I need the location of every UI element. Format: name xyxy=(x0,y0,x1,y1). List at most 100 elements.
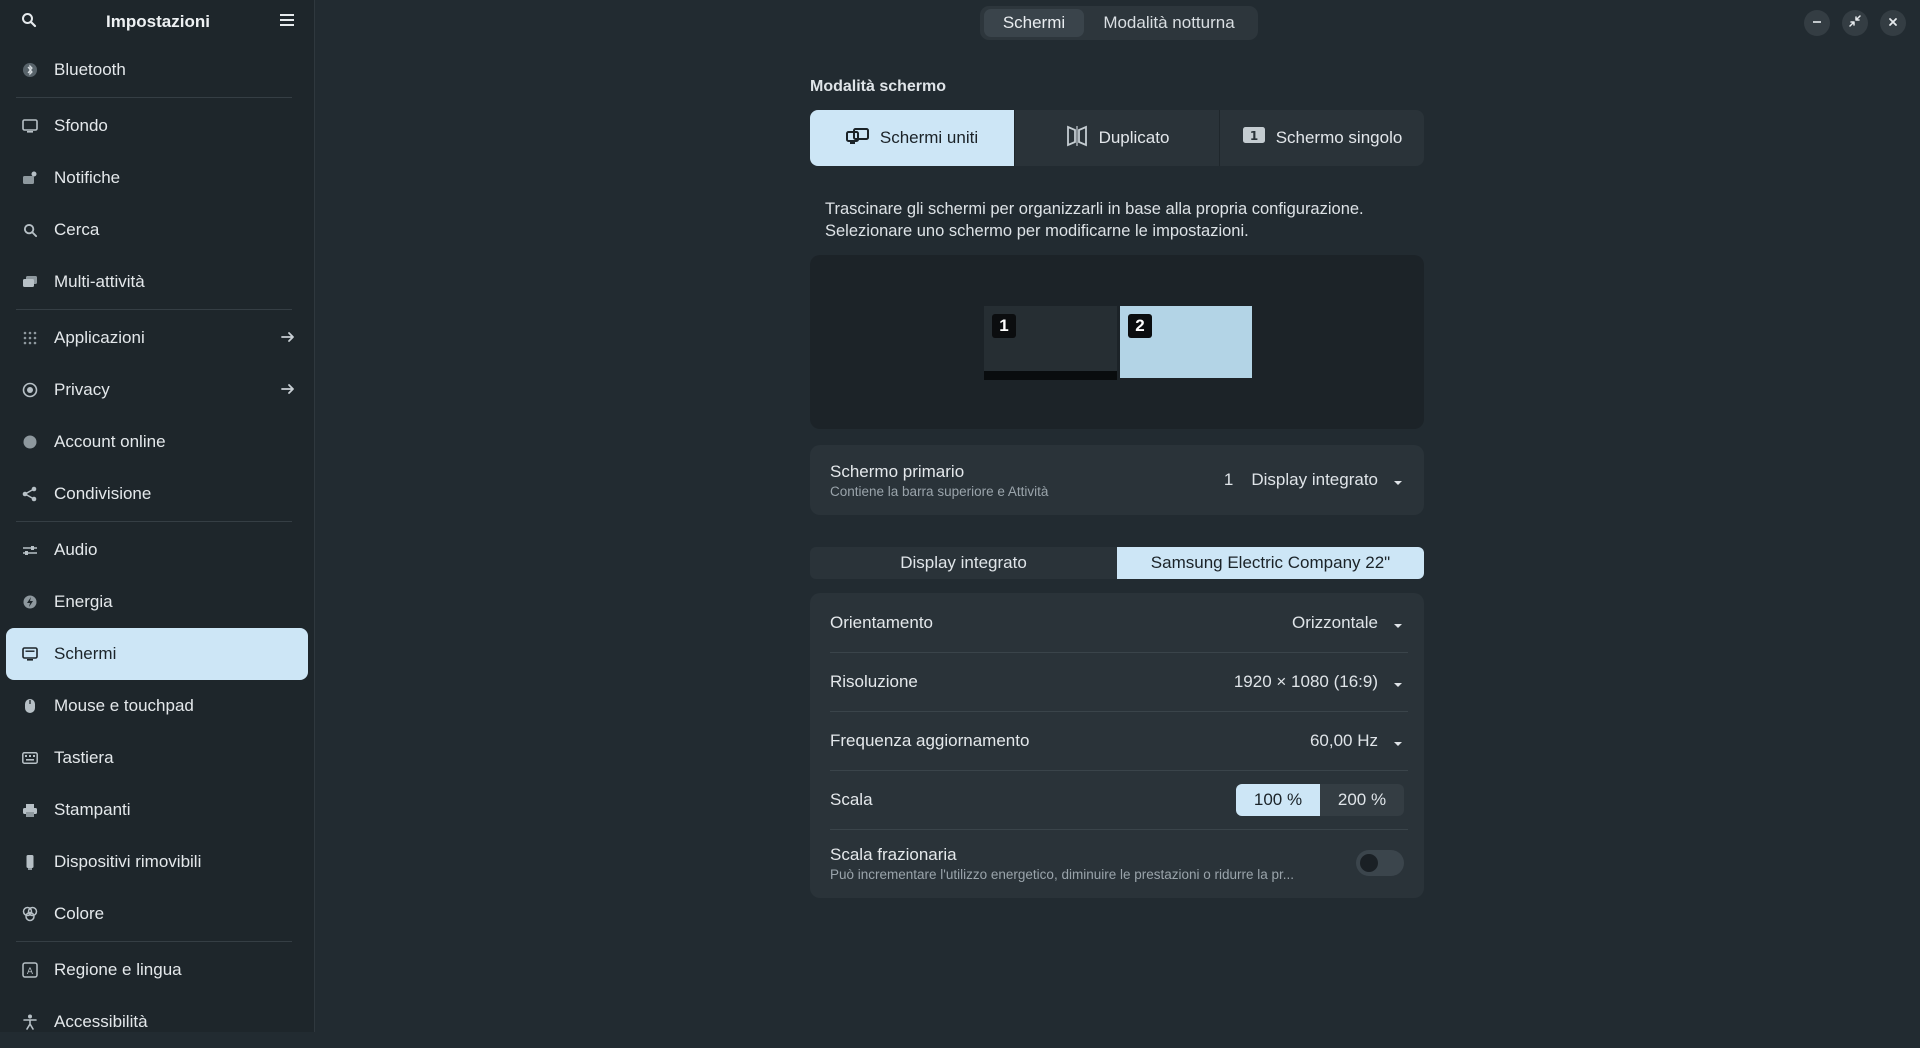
primary-display-label: Schermo primario xyxy=(830,461,965,481)
search-button[interactable] xyxy=(16,9,42,35)
sidebar-item-accessibilita[interactable]: Accessibilità xyxy=(6,996,308,1048)
main-menu-button[interactable] xyxy=(274,9,300,35)
sidebar-item-regione-lingua[interactable]: A Regione e lingua xyxy=(6,944,308,996)
sidebar-item-label: Stampanti xyxy=(54,800,131,819)
mode-label: Duplicato xyxy=(1098,128,1170,147)
minimize-button[interactable] xyxy=(1804,10,1830,36)
tab-modalita-notturna[interactable]: Modalità notturna xyxy=(1084,9,1254,37)
printer-icon xyxy=(20,800,40,820)
sidebar-item-notifiche[interactable]: Notifiche xyxy=(6,152,308,204)
apps-icon xyxy=(20,328,40,348)
sidebar-item-audio[interactable]: Audio xyxy=(6,524,308,576)
color-icon xyxy=(20,904,40,924)
refresh-rate-row[interactable]: Frequenza aggiornamento 60,00 Hz xyxy=(810,711,1424,770)
svg-text:A: A xyxy=(27,967,34,977)
single-display-icon: 1 xyxy=(1242,126,1266,151)
mode-single-button[interactable]: 1 Schermo singolo xyxy=(1220,110,1424,166)
monitor-1[interactable]: 1 xyxy=(984,306,1117,380)
description-line: Trascinare gli schermi per organizzarli … xyxy=(825,200,1364,218)
primary-display-number: 1 xyxy=(1223,470,1234,489)
restore-icon xyxy=(1849,14,1861,32)
display-icon xyxy=(20,644,40,664)
accessibility-icon xyxy=(20,1012,40,1032)
orientation-row[interactable]: Orientamento Orizzontale xyxy=(810,593,1424,652)
sidebar-item-multitasking[interactable]: Multi-attività xyxy=(6,256,308,308)
power-icon xyxy=(20,592,40,612)
restore-button[interactable] xyxy=(1842,10,1868,36)
orientation-value: Orizzontale xyxy=(1292,612,1378,632)
sidebar-item-bluetooth[interactable]: Bluetooth xyxy=(6,44,308,96)
sidebar-item-colore[interactable]: Colore xyxy=(6,888,308,940)
mode-joined-button[interactable]: Schermi uniti xyxy=(810,110,1015,166)
sidebar-item-mouse[interactable]: Mouse e touchpad xyxy=(6,680,308,732)
tab-display-integrato[interactable]: Display integrato xyxy=(810,547,1117,579)
sidebar-list: Bluetooth Sfondo Notifiche Cerca Multi-a… xyxy=(0,44,314,1048)
window-controls xyxy=(1804,10,1906,36)
scale-label: Scala xyxy=(830,789,873,809)
fractional-scale-sublabel: Può incrementare l'utilizzo energetico, … xyxy=(830,866,1295,882)
sidebar-separator xyxy=(16,309,292,310)
scale-200-button[interactable]: 200 % xyxy=(1320,784,1404,816)
fractional-scale-toggle[interactable] xyxy=(1356,850,1404,876)
mode-label: Schermi uniti xyxy=(879,128,979,147)
sidebar-item-cerca[interactable]: Cerca xyxy=(6,204,308,256)
arrow-right-icon xyxy=(280,329,298,347)
sidebar-item-sfondo[interactable]: Sfondo xyxy=(6,100,308,152)
primary-display-value: Display integrato xyxy=(1251,470,1378,489)
sidebar-separator xyxy=(16,521,292,522)
scale-row: Scala 100 % 200 % xyxy=(810,770,1424,829)
sidebar-item-stampanti[interactable]: Stampanti xyxy=(6,784,308,836)
display-arrangement-area: 1 2 xyxy=(810,255,1424,429)
svg-text:1: 1 xyxy=(1250,129,1258,143)
sidebar-item-label: Colore xyxy=(54,904,105,923)
orientation-dropdown[interactable]: Orizzontale xyxy=(1292,613,1404,633)
sidebar-item-label: Bluetooth xyxy=(54,60,126,79)
monitor-number: 1 xyxy=(992,314,1016,338)
primary-display-sublabel: Contiene la barra superiore e Attività xyxy=(830,483,1049,499)
removable-media-icon xyxy=(20,852,40,872)
primary-display-row[interactable]: Schermo primario Contiene la barra super… xyxy=(810,445,1424,515)
sidebar-item-energia[interactable]: Energia xyxy=(6,576,308,628)
sidebar: Impostazioni Bluetooth Sfondo Notifiche … xyxy=(0,0,315,1032)
mouse-icon xyxy=(20,696,40,716)
mode-mirror-button[interactable]: Duplicato xyxy=(1015,110,1220,166)
display-tabs: Display integrato Samsung Electric Compa… xyxy=(810,547,1424,579)
sidebar-item-dispositivi-rimovibili[interactable]: Dispositivi rimovibili xyxy=(6,836,308,888)
monitor-2[interactable]: 2 xyxy=(1120,306,1252,378)
scale-100-button[interactable]: 100 % xyxy=(1236,783,1320,816)
tab-schermi[interactable]: Schermi xyxy=(984,9,1084,37)
dropdown-arrow-icon xyxy=(1392,735,1404,747)
tab-samsung-display[interactable]: Samsung Electric Company 22" xyxy=(1117,547,1424,579)
sidebar-item-label: Privacy xyxy=(54,380,110,399)
sidebar-item-label: Regione e lingua xyxy=(54,960,182,979)
sidebar-header: Impostazioni xyxy=(0,0,314,44)
primary-display-dropdown[interactable]: 1 Display integrato xyxy=(1224,470,1404,490)
sidebar-item-privacy[interactable]: Privacy xyxy=(6,364,308,416)
sidebar-item-label: Schermi xyxy=(54,644,117,663)
bluetooth-icon xyxy=(20,60,40,80)
close-button[interactable] xyxy=(1880,10,1906,36)
sidebar-item-tastiera[interactable]: Tastiera xyxy=(6,732,308,784)
fractional-scale-label-group: Scala frazionaria Può incrementare l'uti… xyxy=(830,845,1356,882)
dropdown-arrow-icon xyxy=(1392,676,1404,688)
sidebar-item-label: Notifiche xyxy=(54,168,121,187)
scale-selector: 100 % 200 % xyxy=(1236,783,1404,816)
sidebar-item-applicazioni[interactable]: Applicazioni xyxy=(6,312,308,364)
sidebar-item-condivisione[interactable]: Condivisione xyxy=(6,468,308,520)
audio-icon xyxy=(20,540,40,560)
sidebar-item-label: Cerca xyxy=(54,220,100,239)
refresh-rate-dropdown[interactable]: 60,00 Hz xyxy=(1310,731,1404,751)
resolution-row[interactable]: Risoluzione 1920 × 1080 (16:9) xyxy=(810,652,1424,711)
fractional-scale-row: Scala frazionaria Può incrementare l'uti… xyxy=(810,829,1424,897)
sidebar-item-label: Audio xyxy=(54,540,98,559)
sidebar-item-label: Condivisione xyxy=(54,484,152,503)
fractional-scale-label: Scala frazionaria xyxy=(830,844,957,864)
sidebar-item-label: Account online xyxy=(54,432,166,451)
resolution-dropdown[interactable]: 1920 × 1080 (16:9) xyxy=(1234,672,1404,692)
sidebar-title: Impostazioni xyxy=(106,12,210,31)
primary-display-label-group: Schermo primario Contiene la barra super… xyxy=(830,462,1224,499)
sidebar-item-schermi[interactable]: Schermi xyxy=(6,628,308,680)
sidebar-item-label: Dispositivi rimovibili xyxy=(54,852,202,871)
sidebar-item-account-online[interactable]: Account online xyxy=(6,416,308,468)
search-icon xyxy=(20,220,40,240)
